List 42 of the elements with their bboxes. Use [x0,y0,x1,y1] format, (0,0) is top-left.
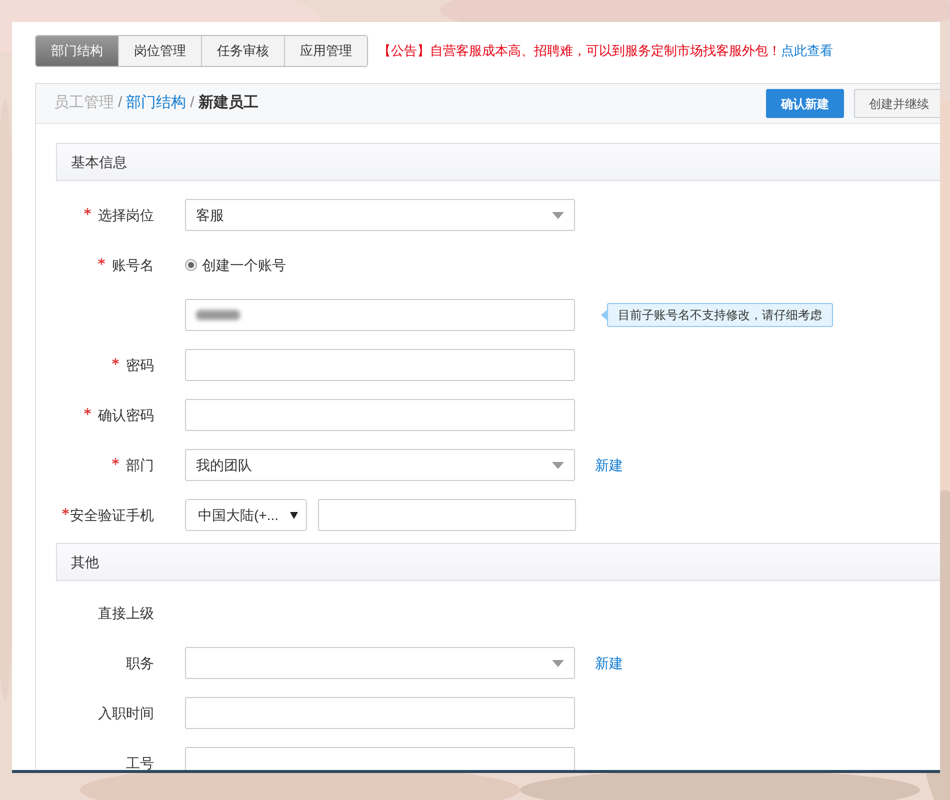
confirm-button[interactable]: 确认新建 [766,89,844,118]
dropdown-caret-icon [552,660,564,666]
breadcrumb-separator: / [190,93,194,114]
select-field[interactable]: 我的团队 [185,449,575,481]
radio-option[interactable]: 创建一个账号 [185,254,286,276]
tab[interactable]: 应用管理 [284,36,367,66]
select-field[interactable]: 客服 [185,199,575,231]
field-label: 入职时间 [98,705,154,721]
field-label: 确认密码 [98,407,154,423]
breadcrumb-current: 新建员工 [198,93,258,114]
notice-link[interactable]: 点此查看 [781,41,833,61]
new-link[interactable]: 新建 [595,454,623,476]
field-label: 密码 [126,357,154,373]
dropdown-caret-icon [552,212,564,218]
radio-button[interactable] [185,259,197,271]
input-field[interactable] [185,299,575,331]
new-link[interactable]: 新建 [595,652,623,674]
section-title: 其他 [71,552,99,572]
dropdown-caret-icon [290,511,298,519]
phone-input-field[interactable] [318,499,576,531]
field-label: 部门 [126,457,154,473]
breadcrumb-separator: / [118,93,122,114]
notice-text: 【公告】自营客服成本高、招聘难，可以到服务定制市场找客服外包！ [378,42,781,60]
field-label: 直接上级 [98,605,154,621]
field-label: 安全验证手机 [70,507,154,523]
tooltip-arrow-icon [601,309,608,321]
breadcrumb-link[interactable]: 部门结构 [126,92,186,115]
input-field[interactable] [185,349,575,381]
create-continue-button[interactable]: 创建并继续 [854,89,940,118]
input-field[interactable] [185,697,575,729]
input-field[interactable] [185,399,575,431]
field-label: 职务 [126,655,154,671]
field-label: 工号 [126,755,154,771]
country-select[interactable]: 中国大陆(+... [185,499,307,531]
tab[interactable]: 任务审核 [201,36,284,66]
tab[interactable]: 部门结构 [36,36,118,66]
section-title: 基本信息 [71,152,127,172]
field-label: 账号名 [112,257,154,273]
select-field[interactable] [185,647,575,679]
dropdown-caret-icon [552,462,564,468]
field-label: 选择岗位 [98,207,154,223]
tab[interactable]: 岗位管理 [118,36,201,66]
